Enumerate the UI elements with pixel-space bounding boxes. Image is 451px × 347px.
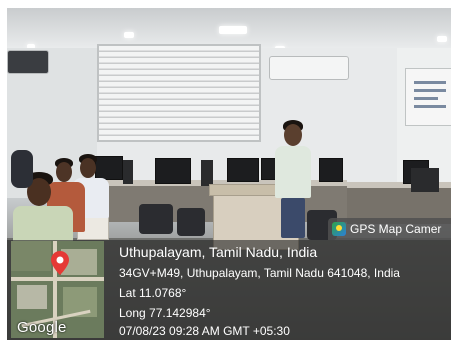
location-title: Uthupalayam, Tamil Nadu, India — [119, 244, 318, 260]
ceiling-light — [437, 36, 447, 42]
longitude-value: Long 77.142984° — [119, 306, 211, 320]
standing-presenter — [269, 118, 319, 238]
google-logo: Google — [17, 319, 67, 336]
timestamp: 07/08/23 09:28 AM GMT +05:30 — [119, 324, 290, 338]
ceiling-light — [219, 26, 247, 34]
wall-air-conditioner — [7, 50, 49, 74]
computer-monitor — [319, 158, 343, 182]
gps-map-camera-icon — [332, 222, 346, 236]
latitude-value: Lat 11.0768° — [119, 286, 187, 300]
computer-tower — [123, 160, 133, 184]
computer-tower — [201, 160, 213, 186]
projector-screen — [405, 68, 451, 126]
image-frame: GPS Map Camer Google Uthupalayam, Tamil … — [0, 0, 451, 347]
wall-air-conditioner — [269, 56, 349, 80]
gps-map-camera-badge: GPS Map Camer — [328, 218, 451, 240]
location-address: 34GV+M49, Uthupalayam, Tamil Nadu 641048… — [119, 266, 400, 280]
window-blind — [97, 44, 261, 142]
computer-monitor — [155, 158, 191, 184]
office-chair — [139, 204, 173, 234]
gps-badge-label: GPS Map Camer — [350, 222, 442, 236]
ceiling-light — [124, 32, 134, 38]
computer-monitor — [227, 158, 259, 182]
office-chair — [177, 208, 205, 236]
computer-tower — [411, 168, 439, 192]
map-pin-icon — [51, 251, 69, 275]
map-thumbnail[interactable]: Google — [11, 241, 104, 338]
backpack — [11, 150, 35, 190]
